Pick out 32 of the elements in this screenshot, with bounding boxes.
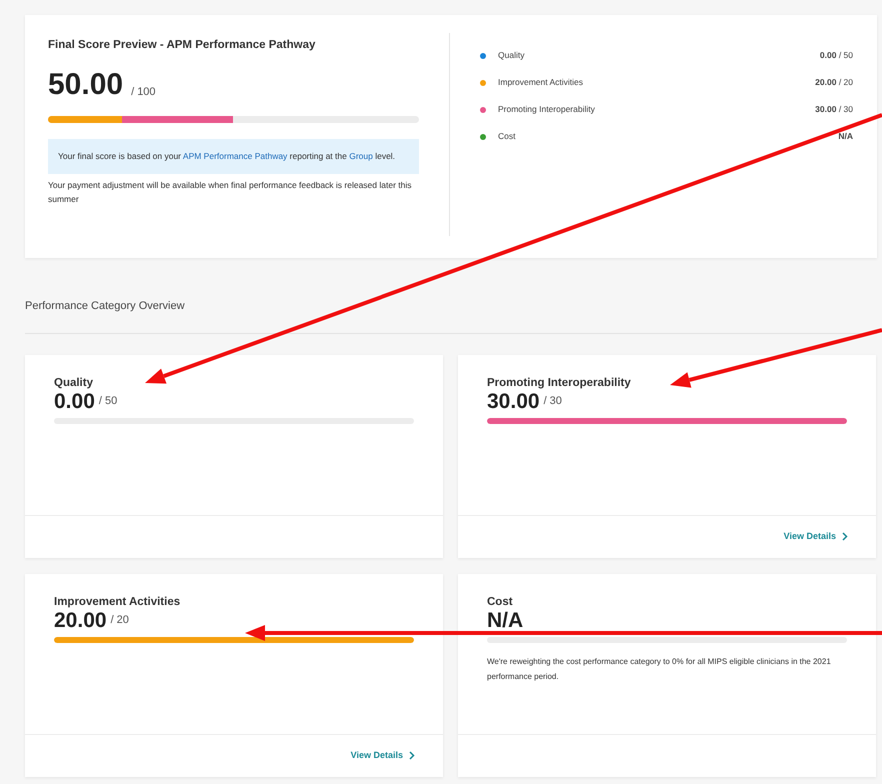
notice-link[interactable]: APM Performance Pathway (182, 151, 288, 162)
view-details-link[interactable]: View Details (784, 530, 848, 544)
chevron-right-icon (842, 532, 848, 541)
legend-value: N/A (838, 130, 853, 143)
notice-link[interactable]: Group (349, 151, 373, 162)
category-title: Cost (487, 596, 514, 610)
score-maximum: / 20 (110, 612, 129, 628)
legend-value: 30.00 / 30 (815, 103, 853, 116)
payment-note: Your payment adjustment will be available when final performance feedback is released later this summer (48, 178, 412, 206)
category-score: 30.00 (487, 390, 540, 414)
legend-value: 20.00 / 20 (815, 76, 853, 89)
category-score: N/A (487, 609, 524, 632)
info-notice: Your final score is based on your APM Performance Pathway reporting at the Group level. (48, 139, 419, 174)
card-title: Final Score Preview - APM Performance Pathway (48, 38, 316, 53)
legend-value: 0.00 / 50 (820, 49, 853, 62)
category-score: 20.00 (54, 609, 107, 632)
legend-label: Improvement Activities (498, 76, 584, 89)
chevron-right-icon (409, 751, 415, 760)
final-score: 50.00 (48, 70, 124, 100)
score-maximum: / 30 (544, 394, 562, 409)
category-score: 0.00 (54, 390, 95, 414)
category-title: Promoting Interoperability (487, 376, 632, 390)
score-maximum: / 50 (98, 394, 118, 409)
category-title: Improvement Activities (54, 596, 182, 610)
section-title: Performance Category Overview (25, 298, 877, 334)
legend-label: Cost (498, 130, 516, 143)
score-maximum: / 100 (131, 84, 156, 100)
view-details-link[interactable]: View Details (350, 748, 415, 762)
legend-label: Promoting Interoperability (498, 103, 596, 116)
category-description: We're reweighting the cost performance category to 0% for all MIPS eligible clinicians in the 2021 performance period. (487, 656, 832, 683)
legend-label: Quality (498, 49, 526, 62)
category-title: Quality (54, 376, 94, 390)
